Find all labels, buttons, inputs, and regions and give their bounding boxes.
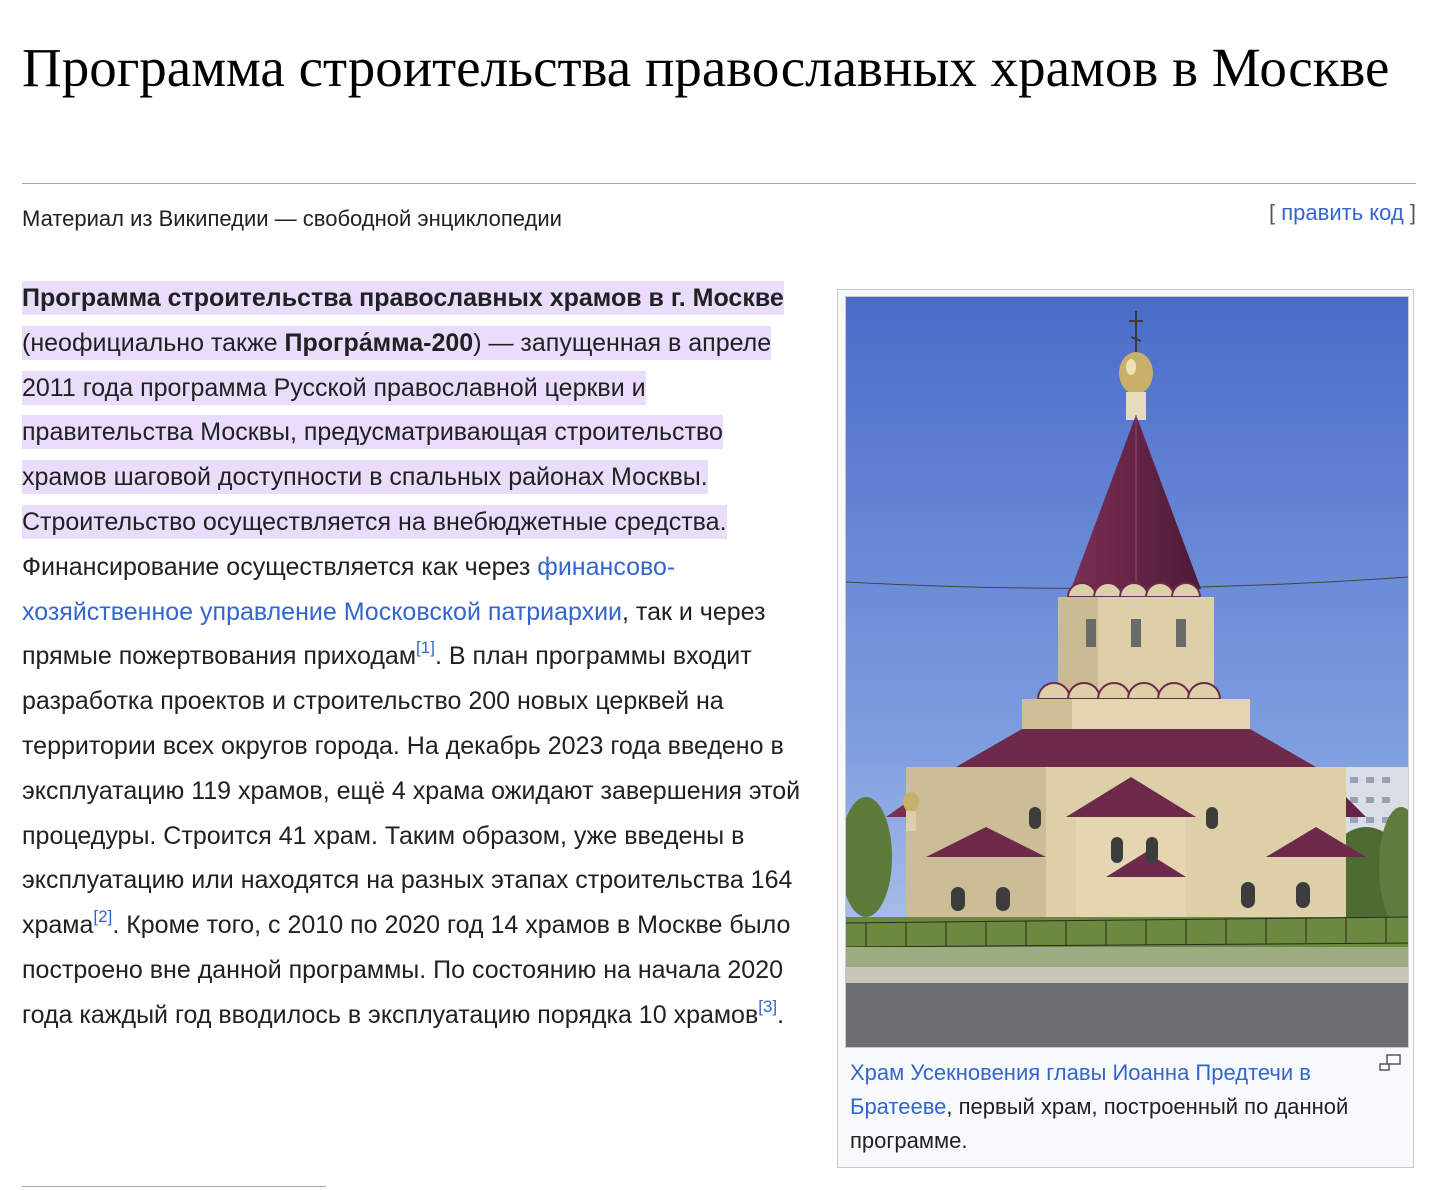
figure-caption: Храм Усекновения главы Иоанна Предтечи в…: [850, 1056, 1370, 1158]
edit-bracket-open: [: [1269, 200, 1276, 225]
lead-text: .: [777, 1000, 785, 1029]
thumbnail-figure: Храм Усекновения главы Иоанна Предтечи в…: [837, 289, 1414, 1168]
page-title: Программа строительства православных хра…: [22, 37, 1390, 98]
highlighted-text: Программа строительства православных хра…: [22, 281, 784, 539]
reference-2-link[interactable]: [2]: [93, 907, 112, 926]
lead-text: (неофициально также: [22, 328, 285, 357]
lawn: [846, 917, 1408, 947]
lead-text: . Кроме того, с 2010 по 2020 год 14 храм…: [22, 911, 791, 1029]
title-divider: [22, 183, 1416, 184]
sidewalk: [846, 967, 1408, 983]
lead-text: . В план программы входит разработка про…: [22, 642, 801, 940]
alt-name: Програ́мма-200: [284, 328, 474, 357]
reference-3[interactable]: [3]: [758, 997, 777, 1016]
site-tagline: Материал из Википедии — свободной энцикл…: [22, 206, 562, 231]
reference-3-link[interactable]: [3]: [758, 997, 777, 1016]
magnify-clip-icon[interactable]: [1378, 1054, 1402, 1072]
reference-1-link[interactable]: [1]: [416, 638, 435, 657]
church-photo[interactable]: [845, 296, 1409, 1048]
lead-paragraph: Программа строительства православных хра…: [22, 276, 812, 1038]
lead-text: Финансирование осуществляется как через: [22, 552, 538, 581]
reference-2[interactable]: [2]: [93, 907, 112, 926]
kokoshnik-ring: [1066, 582, 1202, 598]
article-subject: Программа строительства православных хра…: [22, 284, 784, 312]
edit-section: [ править код ]: [1269, 200, 1416, 226]
edit-bracket-close: ]: [1409, 200, 1416, 225]
road: [846, 983, 1408, 1047]
edit-source-link[interactable]: править код: [1281, 200, 1403, 225]
reference-1[interactable]: [1]: [416, 638, 435, 657]
lead-text: ) — запущенная в апреле 2011 года програ…: [22, 328, 772, 536]
section-divider: [22, 1186, 326, 1187]
